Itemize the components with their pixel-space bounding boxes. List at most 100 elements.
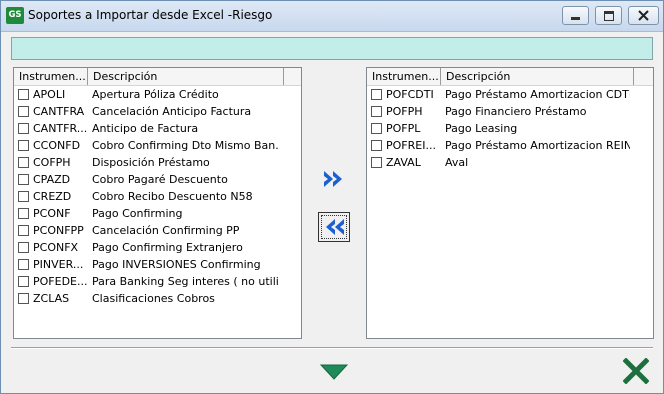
instrument-code: COFPH (33, 156, 71, 169)
maximize-icon (603, 10, 614, 21)
close-icon (638, 10, 649, 21)
instrument-description: Pago Financiero Préstamo (445, 105, 587, 118)
instrument-description: Pago INVERSIONES Confirming (92, 258, 261, 271)
list-item[interactable]: PINVER... Pago INVERSIONES Confirming (14, 256, 301, 273)
instrument-code: PCONFPP (33, 224, 84, 237)
instrument-code: CANTFRA (33, 105, 85, 118)
list-item[interactable]: CANTFRA Cancelación Anticipo Factura (14, 103, 301, 120)
list-item[interactable]: CANTFR... Anticipo de Factura (14, 120, 301, 137)
double-chevron-right-icon (324, 171, 342, 187)
list-item[interactable]: APOLI Apertura Póliza Crédito (14, 86, 301, 103)
row-checkbox[interactable] (371, 157, 382, 168)
instrument-description: Apertura Póliza Crédito (92, 88, 219, 101)
row-checkbox[interactable] (18, 123, 29, 134)
list-item[interactable]: CCONFD Cobro Confirming Dto Mismo Ban... (14, 137, 301, 154)
x-icon (623, 358, 649, 384)
list-item[interactable]: ZAVAL Aval (367, 154, 653, 171)
divider (11, 347, 653, 349)
instrument-code: POFREI... (386, 139, 436, 152)
row-checkbox[interactable] (18, 293, 29, 304)
row-checkbox[interactable] (371, 140, 382, 151)
column-header-instrument[interactable]: Instrumen... (14, 68, 88, 85)
instrument-code: POFPH (386, 105, 423, 118)
title-bar[interactable]: GS Soportes a Importar desde Excel -Ries… (1, 1, 663, 32)
instrument-code: ZCLAS (33, 292, 70, 305)
column-header-description[interactable]: Descripción (88, 68, 284, 85)
column-header-instrument[interactable]: Instrumen... (367, 68, 441, 85)
list-item[interactable]: PCONFPP Cancelación Confirming PP (14, 222, 301, 239)
app-logo-icon: GS (6, 7, 24, 24)
row-checkbox[interactable] (371, 106, 382, 117)
instrument-code: PINVER... (33, 258, 84, 271)
instrument-code: CPAZD (33, 173, 71, 186)
instrument-code: CREZD (33, 190, 72, 203)
instrument-description: Disposición Préstamo (92, 156, 210, 169)
double-chevron-left-icon (326, 219, 344, 235)
instrument-description: Aval (445, 156, 469, 169)
row-checkbox[interactable] (18, 208, 29, 219)
accept-button[interactable] (317, 357, 351, 387)
instrument-description: Cobro Pagaré Descuento (92, 173, 228, 186)
row-checkbox[interactable] (18, 259, 29, 270)
list-item[interactable]: COFPH Disposición Préstamo (14, 154, 301, 171)
list-header: Instrumen... Descripción (14, 68, 301, 86)
triangle-down-icon (320, 364, 348, 380)
list-rows: APOLI Apertura Póliza Crédito CANTFRA Cance… (14, 86, 301, 307)
list-rows: POFCDTI Pago Préstamo Amortizacion CDTI PO… (367, 86, 653, 171)
row-checkbox[interactable] (18, 106, 29, 117)
row-checkbox[interactable] (18, 174, 29, 185)
list-header: Instrumen... Descripción (367, 68, 653, 86)
row-checkbox[interactable] (18, 157, 29, 168)
dialog-window: GS Soportes a Importar desde Excel -Ries… (0, 0, 664, 394)
row-checkbox[interactable] (371, 89, 382, 100)
instrument-description: Cancelación Anticipo Factura (92, 105, 252, 118)
row-checkbox[interactable] (18, 276, 29, 287)
minimize-icon (571, 16, 580, 20)
instrument-code: POFCDTI (386, 88, 434, 101)
instrument-code: POFPL (386, 122, 421, 135)
instrument-description: Cobro Confirming Dto Mismo Ban... (92, 139, 280, 152)
row-checkbox[interactable] (371, 123, 382, 134)
add-selected-button[interactable] (318, 164, 350, 194)
instrument-code: PCONF (33, 207, 71, 220)
instrument-description: Pago Confirming (92, 207, 183, 220)
remove-selected-button[interactable] (318, 212, 350, 242)
list-item[interactable]: POFEDE... Para Banking Seg interes ( no u… (14, 273, 301, 290)
close-window-button[interactable] (628, 6, 659, 25)
instrument-description: Anticipo de Factura (92, 122, 199, 135)
list-item[interactable]: POFPL Pago Leasing (367, 120, 653, 137)
maximize-button[interactable] (595, 6, 622, 25)
instrument-code: CANTFR... (33, 122, 88, 135)
list-item[interactable]: CPAZD Cobro Pagaré Descuento (14, 171, 301, 188)
list-item[interactable]: PCONF Pago Confirming (14, 205, 301, 222)
list-item[interactable]: POFPH Pago Financiero Préstamo (367, 103, 653, 120)
instrument-description: Pago Leasing (445, 122, 518, 135)
column-header-filler (284, 68, 300, 85)
row-checkbox[interactable] (18, 225, 29, 236)
list-item[interactable]: ZCLAS Clasificaciones Cobros (14, 290, 301, 307)
selected-instruments-list[interactable]: Instrumen... Descripción POFCDTI Pago Pré… (366, 67, 654, 339)
list-item[interactable]: POFCDTI Pago Préstamo Amortizacion CDTI (367, 86, 653, 103)
row-checkbox[interactable] (18, 242, 29, 253)
row-checkbox[interactable] (18, 191, 29, 202)
instrument-code: PCONFX (33, 241, 79, 254)
list-item[interactable]: PCONFX Pago Confirming Extranjero (14, 239, 301, 256)
instrument-description: Cancelación Confirming PP (92, 224, 240, 237)
list-item[interactable]: POFREI... Pago Préstamo Amortizacion REIN… (367, 137, 653, 154)
column-header-description[interactable]: Descripción (441, 68, 634, 85)
column-header-filler (634, 68, 650, 85)
status-bar (11, 37, 653, 60)
available-instruments-list[interactable]: Instrumen... Descripción APOLI Apertura P… (13, 67, 302, 339)
instrument-description: Pago Préstamo Amortizacion CDTI (445, 88, 630, 101)
row-checkbox[interactable] (18, 89, 29, 100)
instrument-description: Pago Préstamo Amortizacion REIN... (445, 139, 630, 152)
instrument-description: Cobro Recibo Descuento N58 (92, 190, 253, 203)
row-checkbox[interactable] (18, 140, 29, 151)
instrument-code: APOLI (33, 88, 66, 101)
instrument-description: Pago Confirming Extranjero (92, 241, 243, 254)
window-title: Soportes a Importar desde Excel -Riesgo (28, 8, 273, 22)
list-item[interactable]: CREZD Cobro Recibo Descuento N58 (14, 188, 301, 205)
minimize-button[interactable] (562, 6, 589, 25)
cancel-button[interactable] (619, 355, 653, 387)
instrument-code: POFEDE... (33, 275, 88, 288)
